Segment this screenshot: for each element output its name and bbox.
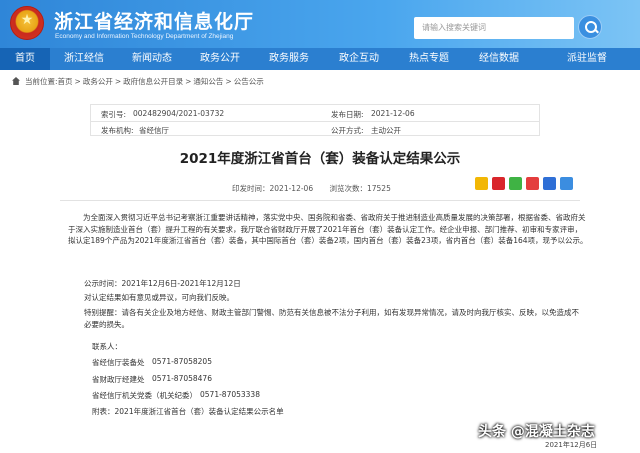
notice-block: 特别提醒：请各有关企业及地方经信、财政主管部门警惕、防范有关信息被不法分子利用，… [84,307,582,330]
contact-org: 省财政厅经建处 [92,375,145,384]
mode-value: 主动公开 [371,126,401,135]
org-value: 省经信厅 [139,126,169,135]
site-title[interactable]: 浙江省经济和信息化厅 [54,7,254,34]
nav-supervision[interactable]: 派驻监督 [534,48,640,70]
search-input[interactable]: 请输入搜索关键词 [414,17,574,39]
contact-phone: 0571-87058476 [152,374,212,383]
nav-news[interactable]: 新闻动态 [118,48,186,70]
contact-org: 省经信厅机关党委（机关纪委） [92,391,197,400]
nav-data[interactable]: 经信数据 [464,48,534,70]
watermark-date: 2021年12月6日 [545,441,598,449]
breadcrumb-announcements[interactable]: 公告公示 [234,76,264,87]
meta-row: 索引号: 002482904/2021-03732 发布日期: 2021-12-… [91,106,539,121]
views-label: 浏览次数： [329,184,367,193]
divider [60,200,580,201]
breadcrumb-separator: > [114,76,122,86]
meta-table: 索引号: 002482904/2021-03732 发布日期: 2021-12-… [90,104,540,136]
article-title: 2021年度浙江省首台（套）装备认定结果公示 [179,151,461,167]
nav-home[interactable]: 首页 [0,48,50,70]
article-body: 为全面深入贯彻习近平总书记考察浙江重要讲话精神，落实党中央、国务院和省委、省政府… [68,212,588,247]
index-value: 002482904/2021-03732 [133,109,225,118]
renren-share-icon[interactable] [543,177,556,190]
special-notice: 特别提醒：请各有关企业及地方经信、财政主管部门警惕、防范有关信息被不法分子利用，… [84,308,579,329]
meta-row: 发布机构: 省经信厅 公开方式: 主动公开 [91,121,539,136]
contact-phone: 0571-87058205 [152,357,212,366]
objection-note: 对认定结果如有意见或异议，可向我们反映。 [84,293,234,302]
contact-org: 省经信厅装备处 [92,358,145,367]
home-icon [12,77,20,85]
paragraph-intro: 为全面深入贯彻习近平总书记考察浙江重要讲话精神，落实党中央、国务院和省委、省政府… [68,213,588,245]
article-info: 印发时间：2021-12-06 浏览次数：17525 [232,183,391,194]
publish-date-label: 发布日期: [331,110,364,119]
contact-phone: 0571-87053338 [200,390,260,399]
views-count: 17525 [366,184,391,193]
print-date: 2021-12-06 [269,184,314,193]
publish-date-value: 2021-12-06 [371,109,415,118]
print-date-label: 印发时间： [232,184,270,193]
site-subtitle: Economy and Information Technology Depar… [55,33,234,40]
emblem-icon [10,6,44,40]
publicity-period: 公示时间：2021年12月6日-2021年12月12日 [84,279,241,288]
breadcrumb-prefix: 当前位置: [25,76,58,86]
contact-label: 联系人： [92,342,122,351]
index-label: 索引号: [101,110,127,119]
main-nav: 首页 浙江经信 新闻动态 政务公开 政务服务 政企互动 热点专题 经信数据 派驻… [0,48,640,70]
breadcrumb-separator: > [74,76,81,86]
share-bar [475,177,573,190]
breadcrumb-gov-open[interactable]: 政务公开 [83,76,113,87]
breadcrumb-separator: > [225,76,232,86]
nav-zhejiang-jingxin[interactable]: 浙江经信 [50,48,118,70]
qzone-share-icon[interactable] [475,177,488,190]
nav-interaction[interactable]: 政企互动 [324,48,394,70]
watermark: 头条 @混凝土杂志 [478,424,595,440]
site-header: 浙江省经济和信息化厅 Economy and Information Techn… [0,0,640,48]
breadcrumb-catalog[interactable]: 政府信息公开目录 [123,76,183,87]
wechat-share-icon[interactable] [509,177,522,190]
breadcrumb: 当前位置: 首页 > 政务公开 > 政府信息公开目录 > 通知公告 > 公告公示 [12,74,264,88]
breadcrumb-separator: > [185,76,192,86]
more-share-icon[interactable] [560,177,573,190]
mode-label: 公开方式: [331,126,364,135]
breadcrumb-notices[interactable]: 通知公告 [193,76,223,87]
attachment-link[interactable]: 附表：2021年度浙江省首台（套）装备认定结果公示名单 [92,406,284,417]
douban-share-icon[interactable] [526,177,539,190]
org-label: 发布机构: [101,126,134,135]
nav-gov-services[interactable]: 政务服务 [254,48,324,70]
breadcrumb-home[interactable]: 首页 [58,76,73,87]
search-icon[interactable] [578,15,602,39]
nav-gov-affairs-open[interactable]: 政务公开 [186,48,254,70]
weibo-share-icon[interactable] [492,177,505,190]
nav-topics[interactable]: 热点专题 [394,48,464,70]
